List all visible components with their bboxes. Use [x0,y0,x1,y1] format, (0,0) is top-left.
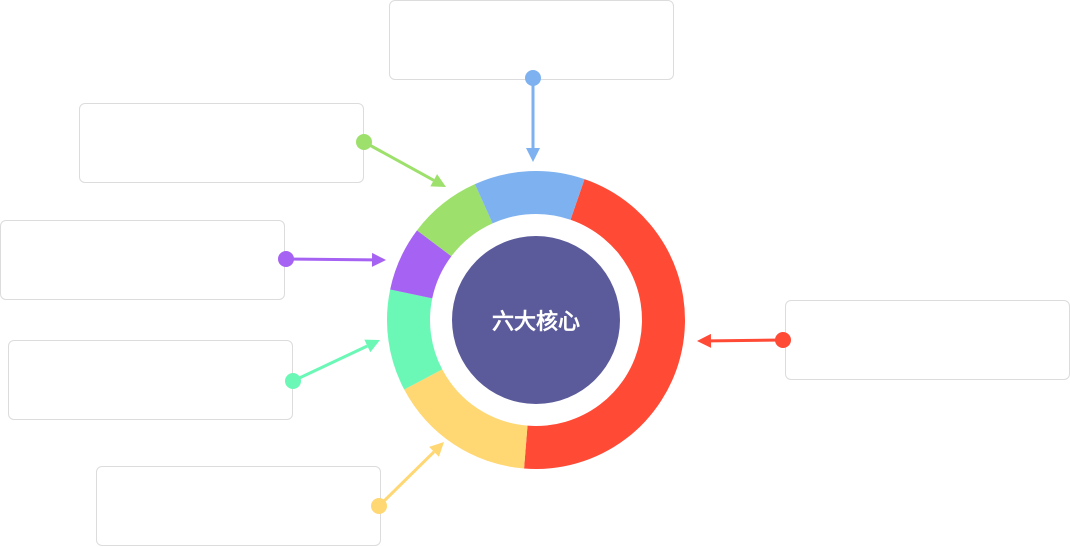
arrowhead-top [526,148,540,162]
connector-dot-teal [285,373,301,389]
connector-line-right [710,338,784,343]
connector-dot-green [356,134,372,150]
connector-dot-yellow [371,498,387,514]
connector-dot-purple [278,251,294,267]
connector-dot-top [525,70,541,86]
connector-line-purple [285,257,373,262]
ring-segment-blue [474,171,585,224]
core-diagram [278,70,791,514]
center-circle [452,236,620,404]
arrowhead-right [697,333,712,348]
arrowhead-purple [371,252,386,267]
connector-dot-right [775,332,791,348]
connector-line-yellow [377,450,436,508]
connector-line-green [363,140,435,182]
connector-line-teal [292,344,368,383]
